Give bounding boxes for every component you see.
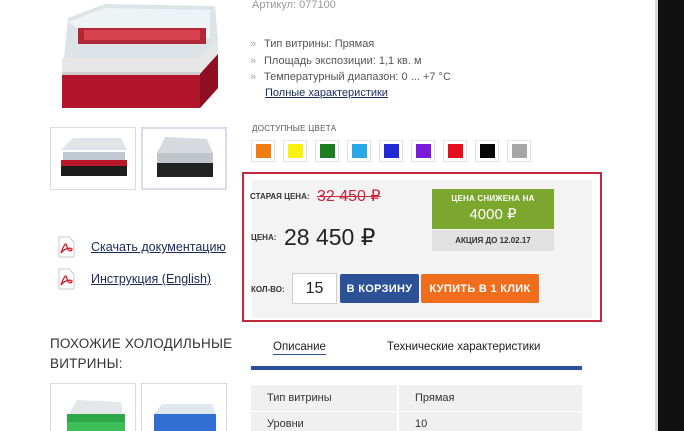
color-swatch[interactable] [443, 140, 467, 162]
spec-item: » Тип витрины: Прямая [250, 36, 451, 53]
table-cell-name: Тип витрины [251, 385, 398, 412]
similar-product-thumbnail[interactable] [141, 383, 227, 431]
quantity-input[interactable] [292, 273, 337, 304]
add-to-cart-button[interactable]: В КОРЗИНУ [340, 274, 419, 303]
spec-list: » Тип витрины: Прямая » Площадь экспозиц… [250, 36, 451, 86]
product-thumbnail[interactable] [50, 127, 136, 190]
available-colors-label: ДОСТУПНЫЕ ЦВЕТА [252, 124, 337, 133]
product-thumbnail-active[interactable] [141, 127, 227, 190]
similar-product-image [154, 404, 216, 431]
color-swatch-fill [287, 144, 303, 158]
product-tabs: Описание Технические характеристики [251, 331, 582, 370]
quantity-label: КОЛ-ВО: [251, 285, 285, 294]
spec-item: » Температурный диапазон: 0 ... +7 °С [250, 69, 451, 86]
color-swatch[interactable] [315, 140, 339, 162]
spec-table: Тип витрины Прямая Уровни 10 [251, 385, 582, 431]
color-swatch[interactable] [283, 140, 307, 162]
chevron-right-icon: » [250, 71, 257, 84]
thumbnail-image [157, 137, 213, 177]
promo-deadline: АКЦИЯ ДО 12.02.17 [432, 230, 554, 251]
product-photo[interactable] [50, 0, 225, 112]
similar-products-title: ПОХОЖИЕ ХОЛОДИЛЬНЫЕ ВИТРИНЫ: [50, 336, 233, 371]
color-swatch[interactable] [411, 140, 435, 162]
spec-item: » Площадь экспозиции: 1,1 кв. м [250, 53, 451, 70]
discount-amount: 4000 ₽ [469, 206, 517, 223]
color-swatch[interactable] [347, 140, 371, 162]
color-swatch-fill [383, 144, 399, 158]
table-row: Тип витрины Прямая [251, 385, 582, 412]
similar-product-image [67, 400, 125, 431]
color-swatch[interactable] [251, 140, 275, 162]
color-swatch[interactable] [507, 140, 531, 162]
pdf-icon [58, 268, 75, 290]
table-cell-value: Прямая [397, 385, 582, 412]
table-row: Уровни 10 [251, 411, 582, 431]
current-price: 28 450 ₽ [284, 224, 376, 250]
color-swatch-fill [351, 144, 367, 158]
product-page: Скачать документацию Инструкция (English… [0, 0, 684, 431]
chevron-right-icon: » [250, 38, 257, 51]
price-label: ЦЕНА: [251, 233, 277, 242]
discount-title: ЦЕНА СНИЖЕНА НА [451, 194, 535, 203]
color-swatch-fill [511, 144, 527, 158]
table-cell-value: 10 [397, 411, 582, 431]
color-swatch-fill [319, 144, 335, 158]
similar-product-thumbnail[interactable] [50, 383, 136, 431]
tab-description[interactable]: Описание [273, 341, 326, 355]
table-cell-name: Уровни [251, 411, 398, 431]
manual-row[interactable]: Инструкция (English) [54, 267, 211, 291]
color-swatch-fill [255, 144, 271, 158]
spec-text: Площадь экспозиции: 1,1 кв. м [264, 54, 422, 67]
window-background [658, 0, 684, 431]
color-swatch-fill [415, 144, 431, 158]
chevron-right-icon: » [250, 54, 257, 67]
old-price: 32 450 ₽ [317, 188, 381, 205]
thumbnail-image [61, 138, 127, 176]
spec-text: Температурный диапазон: 0 ... +7 °С [264, 71, 451, 84]
spec-text: Тип витрины: Прямая [264, 38, 375, 51]
download-docs-link[interactable]: Скачать документацию [91, 240, 226, 254]
color-swatch-fill [447, 144, 463, 158]
color-swatch[interactable] [379, 140, 403, 162]
product-article: Артикул: 077100 [252, 0, 336, 11]
pdf-icon [58, 236, 75, 258]
color-swatch-fill [479, 144, 495, 158]
download-docs-row[interactable]: Скачать документацию [54, 235, 226, 259]
buy-one-click-button[interactable]: КУПИТЬ В 1 КЛИК [421, 274, 539, 303]
tab-characteristics[interactable]: Технические характеристики [387, 341, 540, 353]
full-specs-link[interactable]: Полные характеристики [265, 87, 388, 99]
discount-badge: ЦЕНА СНИЖЕНА НА 4000 ₽ [432, 189, 554, 229]
color-swatches [251, 140, 539, 162]
old-price-label: СТАРАЯ ЦЕНА: [250, 192, 310, 201]
color-swatch[interactable] [475, 140, 499, 162]
manual-link[interactable]: Инструкция (English) [91, 272, 211, 286]
